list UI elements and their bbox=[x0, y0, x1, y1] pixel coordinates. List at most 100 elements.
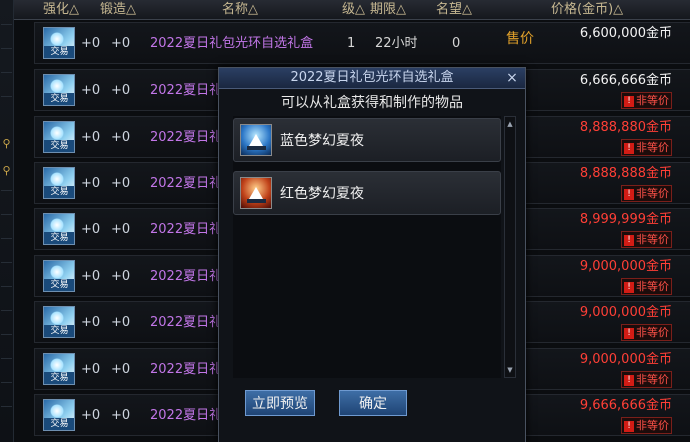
warning-icon: ! bbox=[624, 374, 634, 386]
list-item[interactable]: 红色梦幻夏夜 bbox=[233, 171, 501, 215]
side-toolbar-slot[interactable] bbox=[1, 72, 12, 95]
strengthen-value: +0 bbox=[81, 130, 101, 145]
non-equivalent-badge: ! 非等价 bbox=[621, 185, 672, 202]
price-value: 6,600,000金币 bbox=[579, 26, 672, 41]
forge-value: +0 bbox=[111, 269, 131, 284]
forge-value: +0 bbox=[111, 315, 131, 330]
price-value: 9,000,000金币 bbox=[579, 259, 672, 274]
trade-tag: 交易 bbox=[44, 93, 74, 105]
price-value: 8,999,999金币 bbox=[579, 212, 672, 227]
preview-button[interactable]: 立即预览 bbox=[245, 390, 315, 416]
table-row[interactable]: 交易 +0 +0 2022夏日礼包光环自选礼盒 1 22小时 0 售价 6,600,000金币 bbox=[34, 22, 690, 64]
badge-label: 非等价 bbox=[636, 373, 669, 386]
sort-strengthen[interactable]: 强化△ bbox=[43, 0, 79, 19]
side-toolbar-slot[interactable] bbox=[1, 24, 12, 47]
reputation-value: 0 bbox=[452, 36, 461, 51]
price-value: 8,888,888金币 bbox=[579, 166, 672, 181]
forge-value: +0 bbox=[111, 130, 131, 145]
strengthen-value: +0 bbox=[81, 362, 101, 377]
strengthen-value: +0 bbox=[81, 176, 101, 191]
side-toolbar-slot[interactable] bbox=[1, 358, 12, 381]
side-toolbar-slot[interactable] bbox=[1, 334, 12, 357]
auction-window: ⚲ ⚲ 强化△ 锻造△ 名称△ 级△ 期限△ 名望△ 价格(金币)△ 交易 +0 +… bbox=[0, 0, 690, 442]
gift-box-icon: 交易 bbox=[43, 399, 75, 431]
gift-box-icon: 交易 bbox=[43, 353, 75, 385]
side-toolbar-slot[interactable] bbox=[1, 310, 12, 333]
item-name: 2022夏日礼包光环自选礼盒 bbox=[150, 36, 314, 51]
warning-icon: ! bbox=[624, 234, 634, 246]
trade-tag: 交易 bbox=[44, 372, 74, 384]
forge-value: +0 bbox=[111, 222, 131, 237]
item-name: 2022夏日礼 bbox=[150, 222, 223, 237]
strengthen-value: +0 bbox=[81, 83, 101, 98]
warning-icon: ! bbox=[624, 281, 634, 293]
side-toolbar-slot[interactable] bbox=[1, 262, 12, 285]
warning-icon: ! bbox=[624, 95, 634, 107]
strengthen-value: +0 bbox=[81, 36, 101, 51]
confirm-button[interactable]: 确定 bbox=[339, 390, 407, 416]
side-toolbar-slot[interactable] bbox=[1, 96, 12, 119]
non-equivalent-badge: ! 非等价 bbox=[621, 92, 672, 109]
scrollbar[interactable]: ▲ ▼ bbox=[504, 116, 516, 378]
badge-label: 非等价 bbox=[636, 233, 669, 246]
sort-price[interactable]: 价格(金币)△ bbox=[551, 0, 623, 19]
blue-sailboat-icon bbox=[240, 124, 272, 156]
dialog-subtitle: 可以从礼盒获得和制作的物品 bbox=[281, 95, 463, 111]
side-toolbar-slot[interactable] bbox=[1, 238, 12, 261]
forge-value: +0 bbox=[111, 83, 131, 98]
sort-level[interactable]: 级△ bbox=[342, 0, 365, 19]
side-toolbar-slot[interactable] bbox=[1, 382, 12, 405]
red-sailboat-icon bbox=[240, 177, 272, 209]
sale-label: 售价 bbox=[506, 31, 534, 47]
side-toolbar-slot[interactable] bbox=[1, 214, 12, 237]
dialog-title: 2022夏日礼包光环自选礼盒 bbox=[219, 68, 525, 89]
gift-box-icon: 交易 bbox=[43, 121, 75, 153]
trade-tag: 交易 bbox=[44, 232, 74, 244]
item-name: 2022夏日礼 bbox=[150, 408, 223, 423]
sort-forge[interactable]: 锻造△ bbox=[100, 0, 136, 19]
scroll-up-icon[interactable]: ▲ bbox=[506, 119, 514, 129]
badge-label: 非等价 bbox=[636, 280, 669, 293]
strengthen-value: +0 bbox=[81, 408, 101, 423]
trade-tag: 交易 bbox=[44, 279, 74, 291]
gift-box-icon: 交易 bbox=[43, 260, 75, 292]
warning-icon: ! bbox=[624, 188, 634, 200]
side-toolbar-slot[interactable] bbox=[1, 48, 12, 71]
column-header: 强化△ 锻造△ 名称△ 级△ 期限△ 名望△ 价格(金币)△ bbox=[14, 0, 690, 20]
non-equivalent-badge: ! 非等价 bbox=[621, 231, 672, 248]
item-name: 2022夏日礼 bbox=[150, 176, 223, 191]
sort-duration[interactable]: 期限△ bbox=[370, 0, 406, 19]
side-toolbar: ⚲ ⚲ bbox=[0, 0, 14, 442]
gift-box-icon: 交易 bbox=[43, 167, 75, 199]
strengthen-value: +0 bbox=[81, 222, 101, 237]
price-value: 6,666,666金币 bbox=[579, 73, 672, 88]
item-name: 2022夏日礼 bbox=[150, 130, 223, 145]
search-icon[interactable]: ⚲ bbox=[0, 163, 13, 179]
close-icon[interactable]: × bbox=[505, 68, 519, 88]
sort-reputation[interactable]: 名望△ bbox=[436, 0, 472, 19]
level-value: 1 bbox=[347, 36, 356, 51]
strengthen-value: +0 bbox=[81, 315, 101, 330]
side-toolbar-slot[interactable] bbox=[1, 286, 12, 309]
price-value: 9,000,000金币 bbox=[579, 305, 672, 320]
list-item[interactable]: 蓝色梦幻夏夜 bbox=[233, 118, 501, 162]
gift-box-icon: 交易 bbox=[43, 213, 75, 245]
non-equivalent-badge: ! 非等价 bbox=[621, 278, 672, 295]
badge-label: 非等价 bbox=[636, 141, 669, 154]
item-label: 红色梦幻夏夜 bbox=[280, 186, 364, 202]
warning-icon: ! bbox=[624, 420, 634, 432]
forge-value: +0 bbox=[111, 362, 131, 377]
price-value: 8,888,880金币 bbox=[579, 120, 672, 135]
search-icon[interactable]: ⚲ bbox=[0, 136, 13, 152]
trade-tag: 交易 bbox=[44, 140, 74, 152]
side-toolbar-slot[interactable] bbox=[1, 406, 12, 429]
strengthen-value: +0 bbox=[81, 269, 101, 284]
badge-label: 非等价 bbox=[636, 187, 669, 200]
trade-tag: 交易 bbox=[44, 325, 74, 337]
sort-name[interactable]: 名称△ bbox=[222, 0, 258, 19]
warning-icon: ! bbox=[624, 142, 634, 154]
non-equivalent-badge: ! 非等价 bbox=[621, 324, 672, 341]
side-toolbar-slot[interactable] bbox=[1, 190, 12, 213]
item-name: 2022夏日礼 bbox=[150, 83, 223, 98]
scroll-down-icon[interactable]: ▼ bbox=[506, 365, 514, 375]
